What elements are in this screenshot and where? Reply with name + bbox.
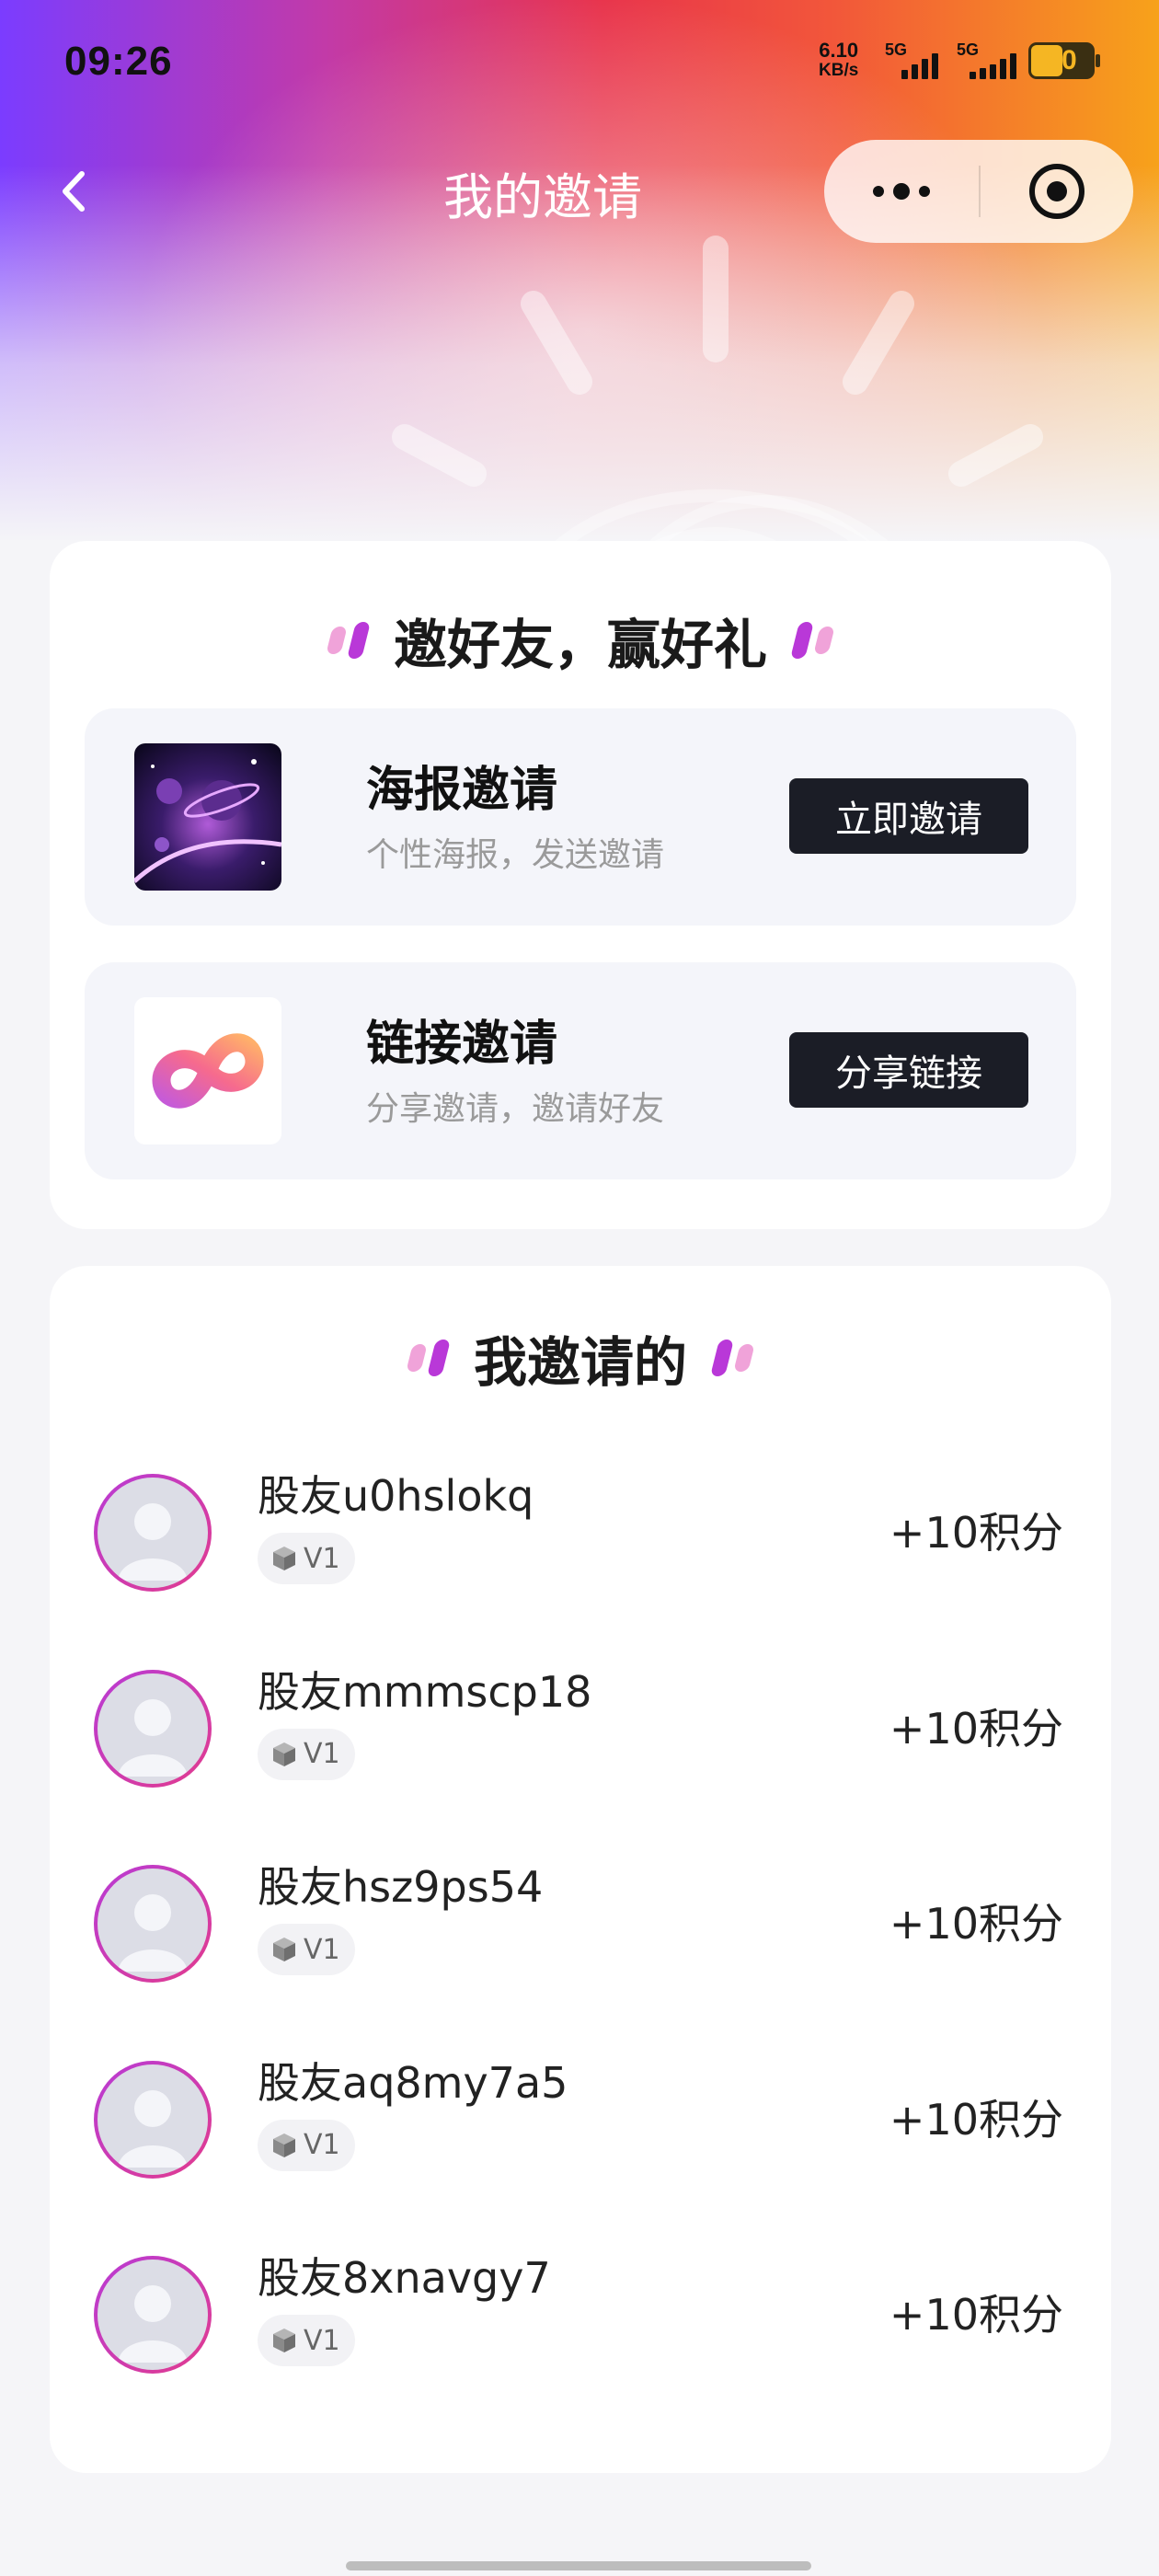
level-badge: V1 xyxy=(258,1533,355,1584)
avatar-placeholder-icon xyxy=(98,2064,208,2175)
signal-bars-2-icon xyxy=(970,52,1016,79)
home-indicator[interactable] xyxy=(346,2561,811,2570)
invited-section-heading: 我邀请的 xyxy=(50,1319,1111,1397)
friend-name: 股友aq8my7a5 xyxy=(258,2057,568,2108)
invite-now-button[interactable]: 立即邀请 xyxy=(789,778,1028,854)
friend-row[interactable]: 股友aq8my7a5 V1 +10积分 xyxy=(50,2044,1111,2191)
friend-name: 股友u0hslokq xyxy=(258,1471,534,1521)
sunburst-decoration xyxy=(392,236,1043,589)
level-cube-icon xyxy=(273,1742,295,1766)
points-reward: +10积分 xyxy=(889,1899,1063,1949)
network-speed: 6.10 KB/s xyxy=(819,39,859,81)
poster-invite-title: 海报邀请 xyxy=(366,763,558,818)
avatar xyxy=(94,1669,212,1788)
avatar xyxy=(94,1865,212,1983)
poster-invite-row: 海报邀请 个性海报，发送邀请 立即邀请 xyxy=(85,708,1076,926)
points-reward: +10积分 xyxy=(889,2290,1063,2340)
level-text: V1 xyxy=(304,1933,340,1966)
level-badge: V1 xyxy=(258,2315,355,2366)
level-cube-icon xyxy=(273,1938,295,1961)
level-text: V1 xyxy=(304,2129,340,2161)
title-decoration-left xyxy=(326,622,371,659)
friend-name: 股友hsz9ps54 xyxy=(258,1862,544,1912)
avatar xyxy=(94,1474,212,1592)
friend-name: 股友mmmscp18 xyxy=(258,1666,592,1717)
invited-section-title: 我邀请的 xyxy=(473,1331,687,1394)
link-invite-subtitle: 分享邀请，邀请好友 xyxy=(366,1090,665,1128)
invite-card: 邀好友，赢好礼 海报邀请 个性海报，发送邀请 立即邀请 链接邀请 分享邀请，邀请… xyxy=(50,541,1111,1229)
link-invite-row: 链接邀请 分享邀请，邀请好友 分享链接 xyxy=(85,962,1076,1179)
invite-section-title: 邀好友，赢好礼 xyxy=(393,614,767,676)
invited-friends-card: 我邀请的 股友u0hslokq V1 +10积分 股友mmmscp18 V1 +… xyxy=(50,1266,1111,2473)
title-decoration-right xyxy=(710,1340,755,1376)
more-dots-icon-center xyxy=(893,183,910,200)
link-invite-title: 链接邀请 xyxy=(366,1017,558,1072)
avatar-placeholder-icon xyxy=(98,1673,208,1784)
friend-row[interactable]: 股友8xnavgy7 V1 +10积分 xyxy=(50,2239,1111,2386)
more-dots-icon-right xyxy=(919,186,930,197)
avatar xyxy=(94,2060,212,2179)
invite-section-heading: 邀好友，赢好礼 xyxy=(50,602,1111,679)
battery-icon: 50 xyxy=(1028,42,1100,79)
signal-bars-1-icon xyxy=(901,52,938,79)
points-reward: +10积分 xyxy=(889,2094,1063,2145)
close-button[interactable] xyxy=(981,140,1133,243)
points-reward: +10积分 xyxy=(889,1703,1063,1754)
more-button[interactable] xyxy=(824,140,979,243)
mini-program-capsule xyxy=(824,140,1133,243)
infinity-link-icon xyxy=(134,997,281,1144)
friend-row[interactable]: 股友hsz9ps54 V1 +10积分 xyxy=(50,1848,1111,1995)
friend-row[interactable]: 股友mmmscp18 V1 +10积分 xyxy=(50,1653,1111,1800)
avatar xyxy=(94,2256,212,2374)
points-reward: +10积分 xyxy=(889,1508,1063,1558)
level-badge: V1 xyxy=(258,1924,355,1975)
avatar-placeholder-icon xyxy=(98,1869,208,1979)
level-badge: V1 xyxy=(258,1728,355,1780)
status-bar: 09:26 6.10 KB/s 5G 5G 50 xyxy=(0,0,1159,120)
friend-name: 股友8xnavgy7 xyxy=(258,2253,551,2303)
poster-invite-subtitle: 个性海报，发送邀请 xyxy=(366,836,665,874)
level-text: V1 xyxy=(304,1542,340,1575)
avatar-placeholder-icon xyxy=(98,1478,208,1588)
title-decoration-left xyxy=(406,1340,451,1376)
level-text: V1 xyxy=(304,1738,340,1770)
more-dots-icon xyxy=(873,186,884,197)
target-close-icon xyxy=(1029,164,1084,219)
title-decoration-right xyxy=(790,622,835,659)
share-link-button[interactable]: 分享链接 xyxy=(789,1032,1028,1108)
galaxy-poster-thumbnail xyxy=(134,743,281,891)
avatar-placeholder-icon xyxy=(98,2260,208,2370)
level-text: V1 xyxy=(304,2324,340,2357)
level-cube-icon xyxy=(273,1547,295,1570)
level-badge: V1 xyxy=(258,2119,355,2171)
status-time: 09:26 xyxy=(64,39,173,84)
level-cube-icon xyxy=(273,2133,295,2157)
friend-row[interactable]: 股友u0hslokq V1 +10积分 xyxy=(50,1457,1111,1604)
level-cube-icon xyxy=(273,2329,295,2352)
